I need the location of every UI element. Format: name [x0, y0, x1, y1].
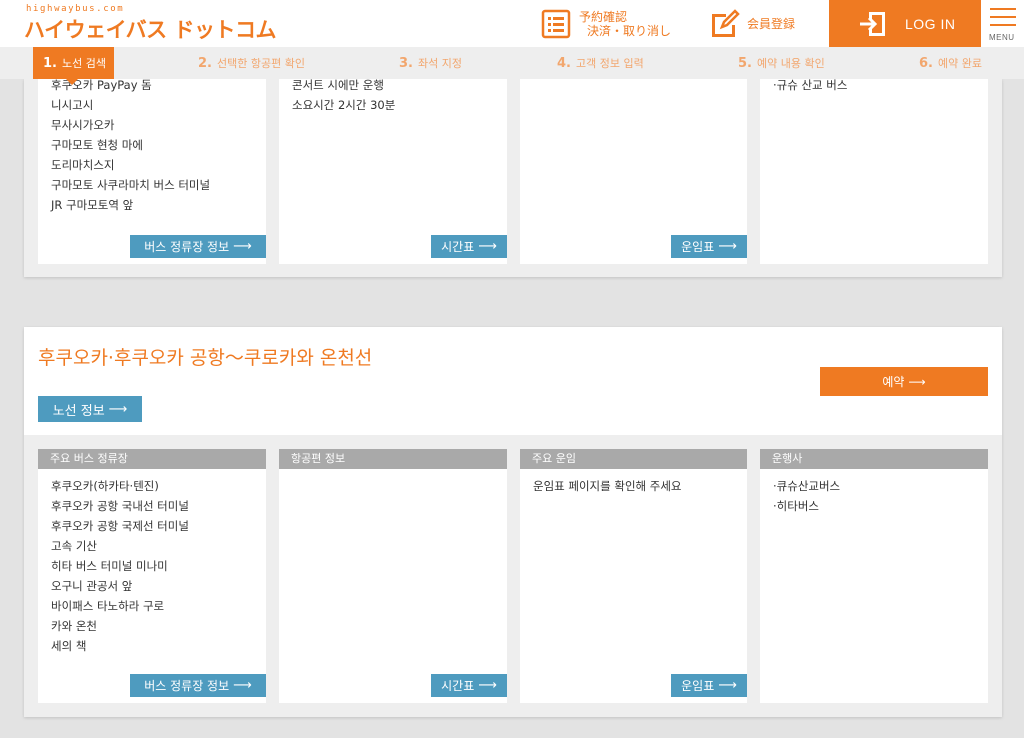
arrow-right-icon: ⟶: [478, 678, 497, 693]
bus-stop-info-button[interactable]: 버스 정류장 정보 ⟶: [130, 674, 266, 697]
list-item: ·히타버스: [773, 499, 819, 513]
arrow-right-icon: ⟶: [233, 678, 252, 693]
step-label: 선택한 항공편 확인: [216, 57, 305, 70]
button-label: 버스 정류장 정보: [144, 679, 230, 693]
site-logo[interactable]: ハイウェイバス ドットコム: [24, 14, 276, 44]
site-header: highwaybus.com ハイウェイバス ドットコム 予約確認 決済・取り消…: [0, 0, 1024, 47]
list-item: 히타 버스 터미널 미나미: [51, 559, 168, 573]
arrow-right-icon: ⟶: [108, 401, 128, 417]
column-stops: 주요 버스 정류장 후쿠오카(하카타·텐진) 후쿠오카 공항 국내선 터미널 후…: [38, 449, 266, 703]
list-item: JR 구마모토역 앞: [51, 198, 134, 212]
menu-icon-bar: [990, 8, 1016, 10]
step-confirm: 5. 예약 내용 확인: [738, 47, 825, 79]
step-number: 5.: [738, 55, 752, 71]
column-header: 주요 운임: [520, 449, 747, 469]
menu-icon-bar: [990, 24, 1016, 26]
list-item: 후쿠오카 공항 국내선 터미널: [51, 499, 189, 513]
step-number: 2.: [198, 55, 212, 71]
list-item: 바이패스 타노하라 구로: [51, 599, 165, 613]
fare-list: 운임표 페이지를 확인해 주세요: [520, 469, 747, 496]
member-register-link[interactable]: 会員登録: [707, 0, 795, 47]
arrow-right-icon: ⟶: [908, 374, 926, 389]
list-item: 카와 온천: [51, 619, 97, 633]
menu-label: MENU: [989, 33, 1015, 42]
flight-info-list: 콘서트 시에만 운행 소요시간 2시간 30분: [279, 75, 507, 115]
reservation-check-label: 予約確認: [579, 9, 628, 24]
step-label: 예약 내용 확인: [756, 57, 825, 70]
arrow-right-icon: ⟶: [233, 239, 252, 254]
list-item: 후쿠오카 공항 국제선 터미널: [51, 519, 189, 533]
column-operator: ·규슈 산교 버스: [760, 78, 988, 264]
arrow-right-icon: ⟶: [478, 239, 497, 254]
list-item: 도리마치스지: [51, 158, 115, 172]
column-flight-info: 콘서트 시에만 운행 소요시간 2시간 30분 시간표 ⟶: [279, 78, 507, 264]
stop-list: 후쿠오카 PayPay 돔 니시고시 무사시가오카 구마모토 현청 마에 도리마…: [38, 75, 266, 215]
route-title: 후쿠오카·후쿠오카 공항～쿠로카와 온천선: [38, 347, 373, 369]
progress-steps: 1. 노선 검색 2. 선택한 항공편 확인 3. 좌석 지정 4. 고객 정보…: [0, 47, 1024, 85]
step-label: 예약 완료: [937, 57, 982, 70]
stop-list: 후쿠오카(하카타·텐진) 후쿠오카 공항 국내선 터미널 후쿠오카 공항 국제선…: [38, 469, 266, 656]
login-label: LOG IN: [905, 15, 956, 32]
step-customer-info: 4. 고객 정보 입력: [557, 47, 644, 79]
step-route-search: 1. 노선 검색: [33, 47, 114, 85]
bus-stop-info-button[interactable]: 버스 정류장 정보 ⟶: [130, 235, 266, 258]
route-card-previous: 후쿠오카 PayPay 돔 니시고시 무사시가오카 구마모토 현청 마에 도리마…: [24, 78, 1002, 277]
fare-table-button[interactable]: 운임표 ⟶: [671, 674, 747, 697]
step-number: 6.: [919, 55, 933, 71]
list-item: 후쿠오카(하카타·텐진): [51, 479, 159, 493]
list-icon: [539, 7, 573, 41]
reserve-button[interactable]: 예약 ⟶: [820, 367, 988, 396]
list-item: 니시고시: [51, 98, 94, 112]
route-info-button[interactable]: 노선 정보 ⟶: [38, 396, 142, 422]
button-label: 시간표: [441, 679, 475, 693]
step-label: 좌석 지정: [417, 57, 462, 70]
reservation-check-link[interactable]: 予約確認 決済・取り消し: [539, 0, 671, 47]
operator-list: ·큐슈산교버스 ·히타버스: [760, 469, 988, 516]
step-seat-select: 3. 좌석 지정: [399, 47, 462, 79]
list-item: ·큐슈산교버스: [773, 479, 841, 493]
list-item: 무사시가오카: [51, 118, 115, 132]
arrow-right-icon: ⟶: [718, 678, 737, 693]
logo-subtext: highwaybus.com: [26, 4, 125, 14]
list-item: 소요시간 2시간 30분: [292, 98, 396, 112]
edit-icon: [707, 7, 741, 41]
button-label: 운임표: [681, 240, 715, 254]
arrow-right-icon: ⟶: [718, 239, 737, 254]
login-button[interactable]: LOG IN: [829, 0, 981, 47]
column-fare: 운임표 ⟶: [520, 79, 747, 264]
button-label: 운임표: [681, 679, 715, 693]
step-label: 고객 정보 입력: [575, 57, 644, 70]
column-operator: 운행사 ·큐슈산교버스 ·히타버스: [760, 449, 988, 703]
button-label: 버스 정류장 정보: [144, 240, 230, 254]
login-door-icon: [855, 6, 891, 42]
step-complete: 6. 예약 완료: [919, 47, 982, 79]
menu-button[interactable]: MENU: [981, 0, 1024, 47]
column-stops: 후쿠오카 PayPay 돔 니시고시 무사시가오카 구마모토 현청 마에 도리마…: [38, 78, 266, 264]
column-header: 항공편 정보: [279, 449, 507, 469]
step-number: 3.: [399, 55, 413, 71]
button-label: 노선 정보: [52, 403, 105, 419]
list-item: 세의 책: [51, 639, 87, 653]
step-label: 노선 검색: [61, 57, 106, 70]
list-item: 고속 기산: [51, 539, 97, 553]
button-label: 시간표: [441, 240, 475, 254]
list-item: 구마모토 현청 마에: [51, 138, 143, 152]
menu-icon-bar: [990, 16, 1016, 18]
step-selected-flight: 2. 선택한 항공편 확인: [198, 47, 305, 79]
list-item: 구마모토 사쿠라마치 버스 터미널: [51, 178, 211, 192]
step-number: 1.: [43, 55, 57, 71]
timetable-button[interactable]: 시간표 ⟶: [431, 235, 507, 258]
column-header: 주요 버스 정류장: [38, 449, 266, 469]
list-item: 오구니 관공서 앞: [51, 579, 133, 593]
list-item: 운임표 페이지를 확인해 주세요: [533, 479, 682, 493]
button-label: 예약: [882, 375, 905, 389]
column-fare: 주요 운임 운임표 페이지를 확인해 주세요 운임표 ⟶: [520, 449, 747, 703]
step-number: 4.: [557, 55, 571, 71]
timetable-button[interactable]: 시간표 ⟶: [431, 674, 507, 697]
column-flight-info: 항공편 정보 시간표 ⟶: [279, 449, 507, 703]
column-header: 운행사: [760, 449, 988, 469]
fare-table-button[interactable]: 운임표 ⟶: [671, 235, 747, 258]
payment-cancel-label: 決済・取り消し: [587, 23, 672, 38]
member-register-label: 会員登録: [747, 16, 796, 31]
